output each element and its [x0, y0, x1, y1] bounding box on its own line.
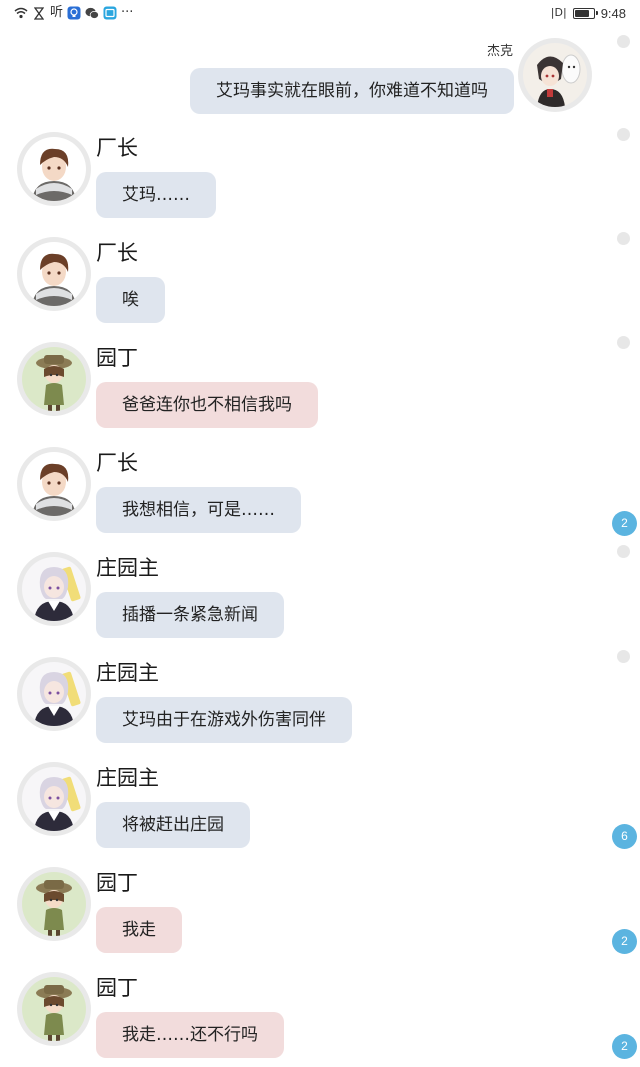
manor-owner-avatar[interactable]	[17, 762, 91, 836]
sender-name: 杰克	[486, 44, 513, 59]
gardener-avatar[interactable]	[17, 972, 91, 1046]
message-row-4: 厂长我想相信，可是……	[0, 445, 640, 550]
scroll-marker-dot	[617, 545, 630, 558]
message-row-2: 厂长唉	[0, 235, 640, 340]
scroll-marker-dot	[617, 232, 630, 245]
sender-name: 厂长	[96, 241, 138, 265]
message-row-7: 庄园主 将被赶出庄园	[0, 760, 640, 865]
sender-name: 园丁	[96, 346, 138, 370]
scroll-marker-dot	[617, 336, 630, 349]
message-row-6: 庄园主艾玛由于在游戏外伤害同伴	[0, 655, 640, 760]
sender-name: 厂长	[96, 136, 138, 160]
jack-avatar-image	[523, 43, 587, 107]
message-bubble[interactable]: 艾玛由于在游戏外伤害同伴	[96, 697, 352, 743]
manor-owner-avatar[interactable]	[17, 552, 91, 626]
message-row-1: 厂长艾玛……	[0, 130, 640, 235]
sender-name: 厂长	[96, 451, 138, 475]
gardener-avatar-image	[22, 977, 86, 1041]
message-bubble[interactable]: 我走……还不行吗	[96, 1012, 284, 1058]
message-row-3: 园丁爸爸连你也不相信我吗	[0, 340, 640, 445]
sender-name: 庄园主	[96, 661, 159, 685]
message-bubble[interactable]: 唉	[96, 277, 165, 323]
sender-name: 园丁	[96, 976, 138, 1000]
jack-avatar[interactable]	[518, 38, 592, 112]
sender-name: 园丁	[96, 871, 138, 895]
manor-owner-avatar-image	[22, 767, 86, 831]
factory-director-avatar-image	[22, 452, 86, 516]
message-bubble[interactable]: 我想相信，可是……	[96, 487, 301, 533]
message-row-9: 园丁我走……还不行吗	[0, 970, 640, 1067]
gardener-avatar[interactable]	[17, 867, 91, 941]
comment-count-badge[interactable]: 2	[612, 1034, 637, 1059]
manor-owner-avatar-image	[22, 662, 86, 726]
scroll-marker-dot	[617, 650, 630, 663]
manor-owner-avatar-image	[22, 557, 86, 621]
message-bubble[interactable]: 艾玛事实就在眼前，你难道不知道吗	[190, 68, 514, 114]
sender-name: 庄园主	[96, 556, 159, 580]
gardener-avatar[interactable]	[17, 342, 91, 416]
message-bubble[interactable]: 将被赶出庄园	[96, 802, 250, 848]
message-bubble[interactable]: 爸爸连你也不相信我吗	[96, 382, 318, 428]
message-row-0: 杰克 艾玛事实就在眼前，你难道不知道吗	[0, 0, 640, 120]
factory-director-avatar-image	[22, 137, 86, 201]
gardener-avatar-image	[22, 872, 86, 936]
factory-director-avatar[interactable]	[17, 447, 91, 521]
message-row-8: 园丁 我走	[0, 865, 640, 970]
comment-count-badge[interactable]: 2	[612, 511, 637, 536]
factory-director-avatar[interactable]	[17, 237, 91, 311]
factory-director-avatar-image	[22, 242, 86, 306]
manor-owner-avatar[interactable]	[17, 657, 91, 731]
sender-name: 庄园主	[96, 766, 159, 790]
message-row-5: 庄园主插播一条紧急新闻	[0, 550, 640, 655]
gardener-avatar-image	[22, 347, 86, 411]
factory-director-avatar[interactable]	[17, 132, 91, 206]
message-bubble[interactable]: 艾玛……	[96, 172, 216, 218]
comment-count-badge[interactable]: 2	[612, 929, 637, 954]
message-bubble[interactable]: 我走	[96, 907, 182, 953]
scroll-marker-dot	[617, 35, 630, 48]
comment-count-badge[interactable]: 6	[612, 824, 637, 849]
message-bubble[interactable]: 插播一条紧急新闻	[96, 592, 284, 638]
scroll-marker-dot	[617, 128, 630, 141]
